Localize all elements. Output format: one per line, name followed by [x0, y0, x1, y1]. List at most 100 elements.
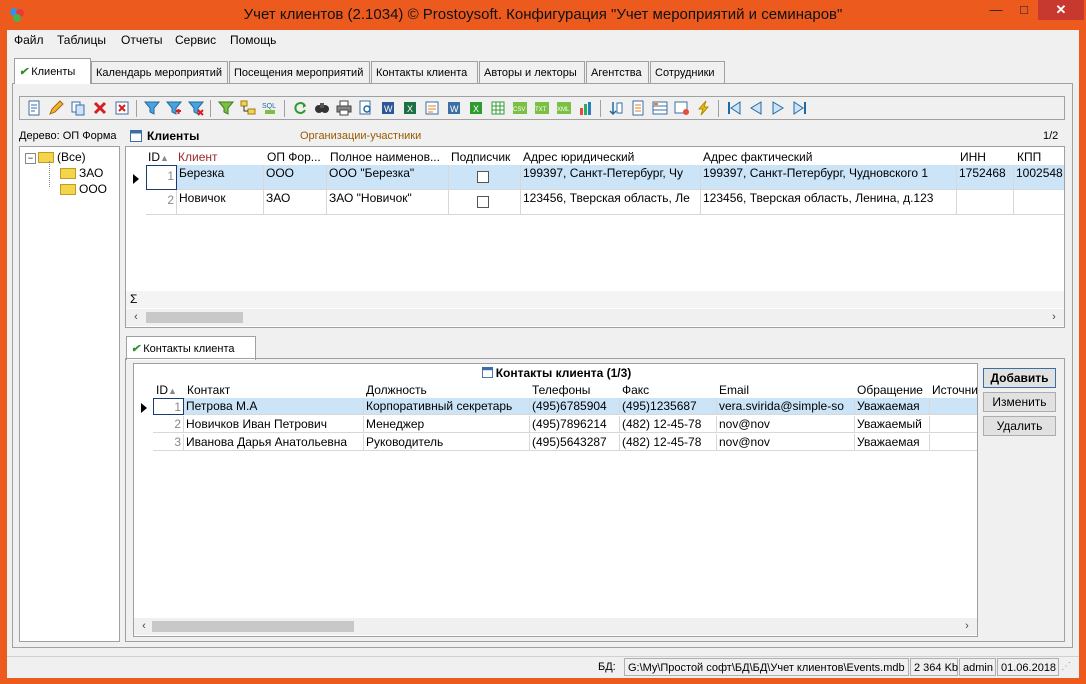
- tab-employees[interactable]: Сотрудники: [650, 61, 725, 83]
- sql-icon[interactable]: SQL: [262, 100, 278, 116]
- column-header-client[interactable]: Клиент: [178, 150, 218, 164]
- filter-icon[interactable]: [144, 100, 160, 116]
- inn-cell[interactable]: [957, 190, 1014, 215]
- contacts-horizontal-scrollbar[interactable]: ‹ ›: [134, 618, 977, 635]
- form-cell[interactable]: ООО: [264, 165, 327, 190]
- form-cell[interactable]: ЗАО: [264, 190, 327, 215]
- export-word2-icon[interactable]: W: [446, 100, 462, 116]
- subscriber-cell[interactable]: [449, 165, 521, 190]
- legal-address-cell[interactable]: 123456, Тверская область, Ле: [521, 190, 701, 215]
- delete-icon[interactable]: [92, 100, 108, 116]
- contact-name-cell[interactable]: Петрова М.А: [184, 398, 364, 415]
- contact-name-cell[interactable]: Новичков Иван Петрович: [184, 416, 364, 433]
- tab-authors[interactable]: Авторы и лекторы: [479, 61, 585, 83]
- column-header-phones[interactable]: Телефоны: [532, 383, 590, 397]
- scroll-right-icon[interactable]: ›: [959, 618, 975, 635]
- resize-grip-icon[interactable]: ⋰: [1061, 661, 1075, 675]
- phone-cell[interactable]: (495)6785904: [530, 398, 620, 415]
- tree-view-icon[interactable]: [240, 100, 256, 116]
- scroll-thumb[interactable]: [146, 312, 243, 323]
- collapse-icon[interactable]: −: [25, 153, 36, 164]
- export-excel-icon[interactable]: X: [402, 100, 418, 116]
- edit-button[interactable]: Изменить: [983, 392, 1056, 412]
- column-header-position[interactable]: Должность: [366, 383, 427, 397]
- kpp-cell[interactable]: [1014, 190, 1064, 215]
- column-header-id[interactable]: ID▲: [156, 383, 177, 397]
- edit-icon[interactable]: [48, 100, 64, 116]
- tab-clients[interactable]: ✔ Клиенты: [14, 58, 91, 84]
- sort-filter-icon[interactable]: [218, 100, 234, 116]
- column-header-legal-address[interactable]: Адрес юридический: [523, 150, 634, 164]
- export-table-icon[interactable]: [490, 100, 506, 116]
- menu-file[interactable]: Файл: [14, 33, 44, 47]
- prev-record-icon[interactable]: [748, 100, 764, 116]
- chart-icon[interactable]: [578, 100, 594, 116]
- salutation-cell[interactable]: Уважаемый: [855, 416, 930, 433]
- tab-visits[interactable]: Посещения мероприятий: [229, 61, 370, 83]
- phone-cell[interactable]: (495)7896214: [530, 416, 620, 433]
- actual-address-cell[interactable]: 123456, Тверская область, Ленина, д.123: [701, 190, 957, 215]
- search-icon[interactable]: [314, 100, 330, 116]
- copy-icon[interactable]: [70, 100, 86, 116]
- column-header-email[interactable]: Email: [719, 383, 749, 397]
- row-id-cell[interactable]: 1: [153, 398, 184, 415]
- tab-calendar[interactable]: Календарь мероприятий: [91, 61, 228, 83]
- last-record-icon[interactable]: [792, 100, 808, 116]
- column-header-actual-address[interactable]: Адрес фактический: [703, 150, 812, 164]
- new-record-icon[interactable]: [26, 100, 42, 116]
- filter-add-icon[interactable]: [166, 100, 182, 116]
- tree-node-zao[interactable]: ЗАО: [60, 166, 103, 180]
- scroll-left-icon[interactable]: ‹: [136, 618, 152, 635]
- column-header-salutation[interactable]: Обращение: [857, 383, 923, 397]
- row-id-cell[interactable]: 1: [146, 165, 177, 190]
- delete-all-icon[interactable]: [114, 100, 130, 116]
- tab-client-contacts[interactable]: ✔ Контакты клиента: [126, 336, 256, 360]
- subscriber-checkbox[interactable]: [477, 171, 489, 183]
- column-header-form[interactable]: ОП Фор...: [267, 150, 327, 164]
- tree-node-ooo[interactable]: ООО: [60, 182, 107, 196]
- contact-name-cell[interactable]: Иванова Дарья Анатольевна: [184, 434, 364, 451]
- refresh-icon[interactable]: [292, 100, 308, 116]
- tab-agencies[interactable]: Агентства: [586, 61, 649, 83]
- clients-horizontal-scrollbar[interactable]: ‹ ›: [126, 309, 1064, 326]
- fax-cell[interactable]: (495)1235687: [620, 398, 717, 415]
- salutation-cell[interactable]: Уважаемая: [855, 398, 930, 415]
- scroll-right-icon[interactable]: ›: [1046, 309, 1062, 326]
- export-word-icon[interactable]: W: [380, 100, 396, 116]
- export-xml-icon[interactable]: XML: [556, 100, 572, 116]
- scroll-left-icon[interactable]: ‹: [128, 309, 144, 326]
- export-txt-icon[interactable]: TXT: [534, 100, 550, 116]
- source-cell[interactable]: [930, 434, 977, 451]
- fullname-cell[interactable]: ООО "Березка": [327, 165, 449, 190]
- column-header-fax[interactable]: Факс: [622, 383, 649, 397]
- table-settings-icon[interactable]: [652, 100, 668, 116]
- position-cell[interactable]: Руководитель: [364, 434, 530, 451]
- next-record-icon[interactable]: [770, 100, 786, 116]
- inn-cell[interactable]: 1752468: [957, 165, 1014, 190]
- kpp-cell[interactable]: 1002548: [1014, 165, 1064, 190]
- column-header-id[interactable]: ID▲: [148, 150, 169, 164]
- export-csv-icon[interactable]: CSV: [512, 100, 528, 116]
- column-header-contact[interactable]: Контакт: [187, 383, 230, 397]
- phone-cell[interactable]: (495)5643287: [530, 434, 620, 451]
- column-header-inn[interactable]: ИНН: [960, 150, 986, 164]
- email-cell[interactable]: vera.svirida@simple-so: [717, 398, 855, 415]
- actual-address-cell[interactable]: 199397, Санкт-Петербург, Чудновского 1: [701, 165, 957, 190]
- column-header-kpp[interactable]: КПП: [1017, 150, 1041, 164]
- column-header-subscriber[interactable]: Подписчик: [451, 150, 519, 164]
- fax-cell[interactable]: (482) 12-45-78: [620, 434, 717, 451]
- export-html-icon[interactable]: [424, 100, 440, 116]
- tab-contacts[interactable]: Контакты клиента: [371, 61, 478, 83]
- add-button[interactable]: Добавить: [983, 368, 1056, 388]
- position-cell[interactable]: Менеджер: [364, 416, 530, 433]
- column-header-source[interactable]: Источни: [932, 383, 977, 397]
- subscriber-cell[interactable]: [449, 190, 521, 215]
- menu-tables[interactable]: Таблицы: [57, 33, 106, 47]
- email-cell[interactable]: nov@nov: [717, 416, 855, 433]
- export-excel2-icon[interactable]: X: [468, 100, 484, 116]
- menu-reports[interactable]: Отчеты: [121, 33, 162, 47]
- row-id-cell[interactable]: 2: [146, 190, 177, 215]
- client-name-cell[interactable]: Новичок: [177, 190, 264, 215]
- lightning-icon[interactable]: [696, 100, 712, 116]
- preview-icon[interactable]: [358, 100, 374, 116]
